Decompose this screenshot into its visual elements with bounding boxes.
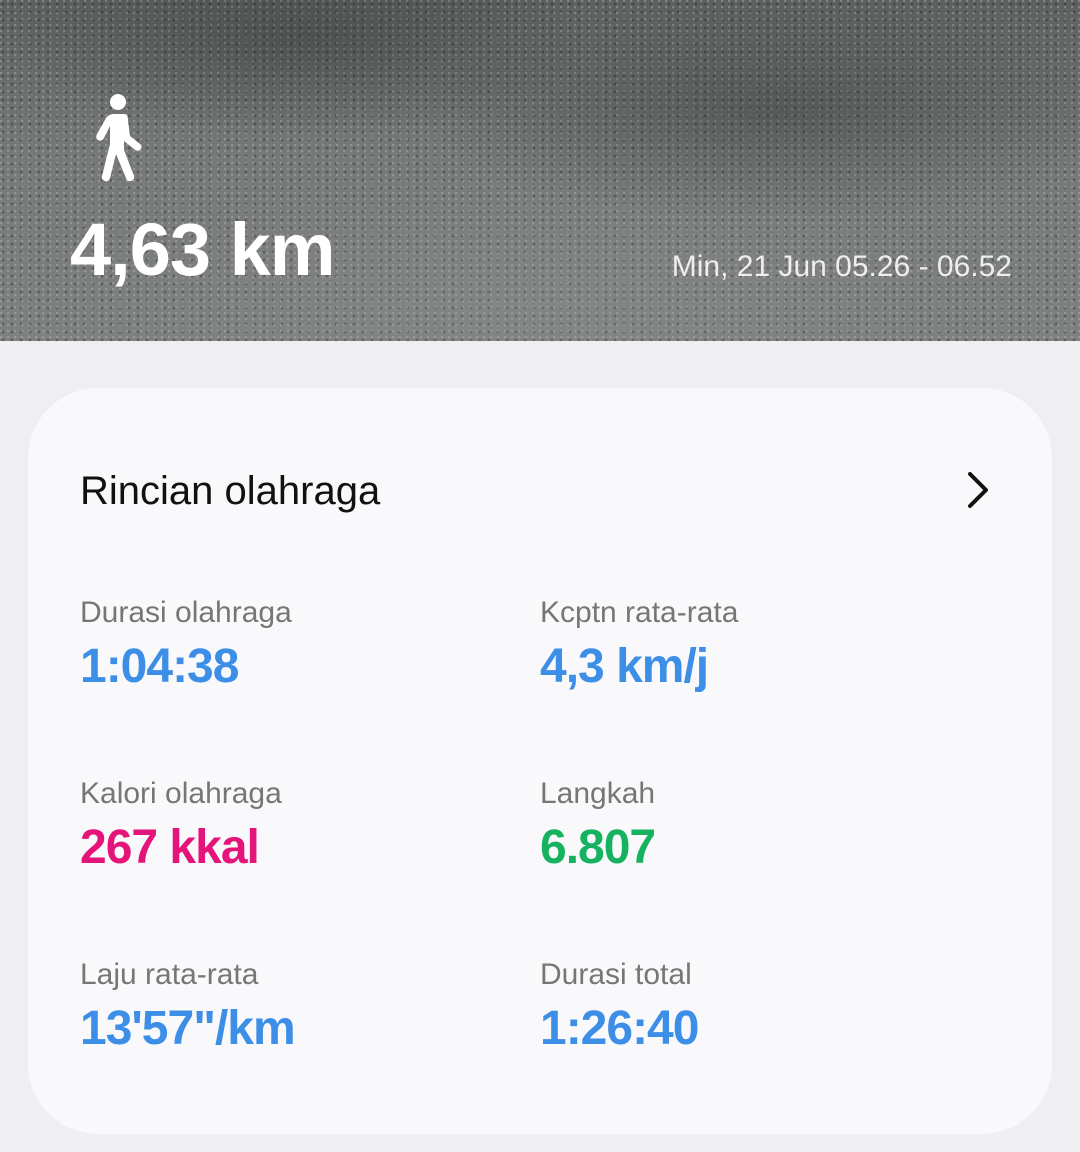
metric-workout-duration: Durasi olahraga 1:04:38 [80, 594, 500, 696]
metric-value: 1:04:38 [80, 640, 239, 693]
distance-value: 4,63 km [70, 208, 336, 291]
card-title: Rincian olahraga [80, 469, 381, 513]
metric-label: Durasi total [540, 958, 692, 991]
metric-value: 4,3 km/j [540, 640, 709, 693]
workout-details-card: Rincian olahraga Durasi olahraga 1:04:38… [28, 388, 1052, 1134]
chevron-right-icon[interactable] [956, 468, 1000, 512]
hero-banner: 4,63 km Min, 21 Jun 05.26 - 06.52 [0, 0, 1080, 341]
walking-person-icon [96, 94, 142, 182]
metric-average-pace: Laju rata-rata 13'57"/km [80, 956, 500, 1058]
metric-label: Kcptn rata-rata [540, 596, 739, 629]
metric-average-speed: Kcptn rata-rata 4,3 km/j [540, 594, 960, 696]
metric-label: Laju rata-rata [80, 958, 259, 991]
workout-details-header[interactable]: Rincian olahraga [80, 460, 1000, 520]
metric-value: 267 kkal [80, 821, 260, 874]
metric-label: Langkah [540, 777, 656, 810]
metric-label: Durasi olahraga [80, 596, 292, 629]
workout-datetime: Min, 21 Jun 05.26 - 06.52 [671, 250, 1012, 283]
metric-value: 6.807 [540, 821, 656, 874]
metric-value: 1:26:40 [540, 1002, 699, 1055]
metric-label: Kalori olahraga [80, 777, 282, 810]
metric-calories: Kalori olahraga 267 kkal [80, 775, 500, 877]
metric-steps: Langkah 6.807 [540, 775, 960, 877]
metric-value: 13'57"/km [80, 1002, 296, 1055]
metric-total-duration: Durasi total 1:26:40 [540, 956, 960, 1058]
